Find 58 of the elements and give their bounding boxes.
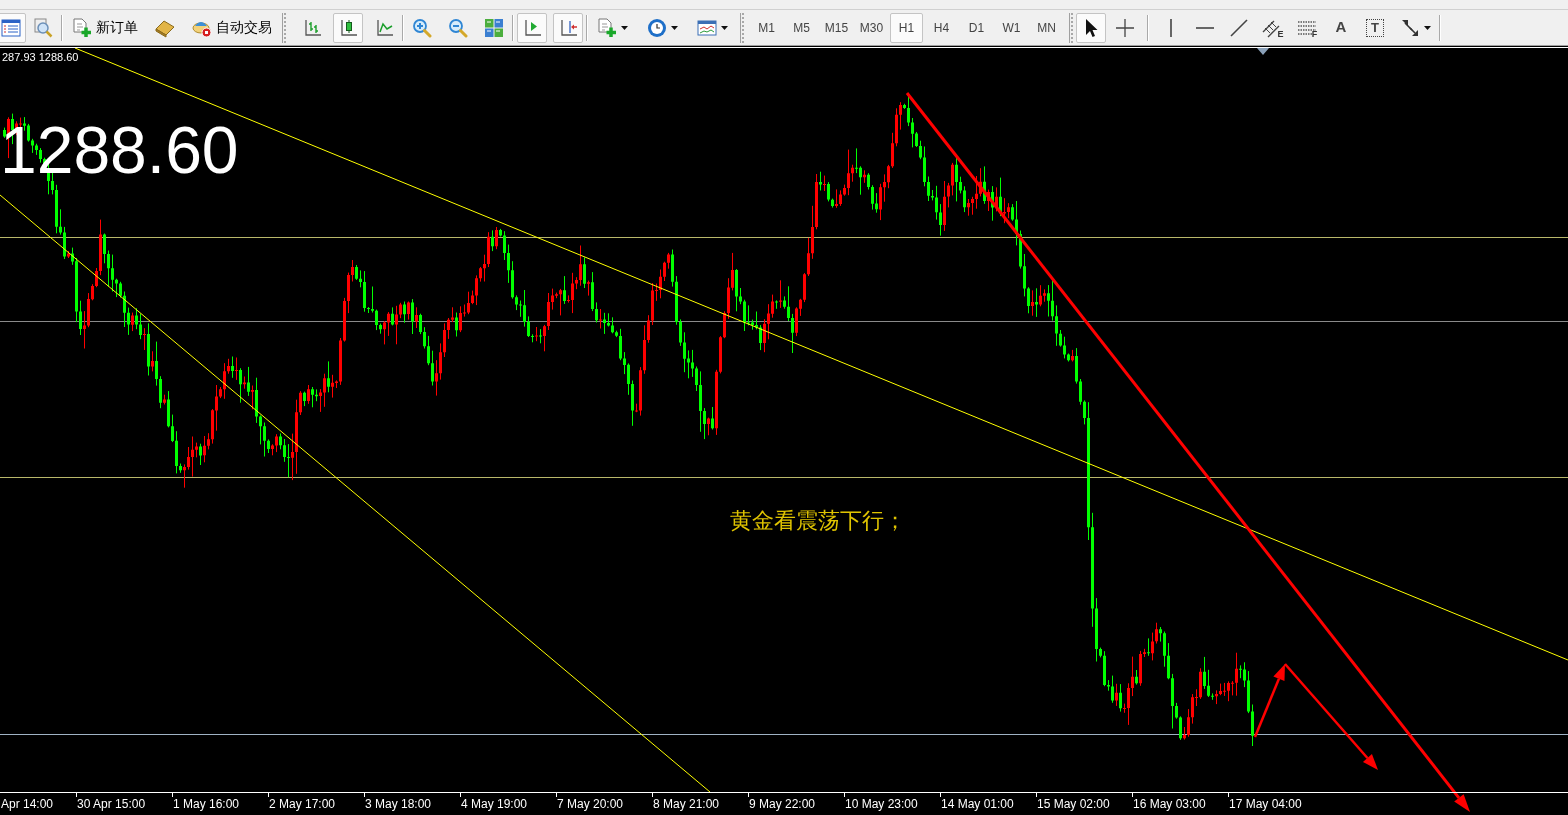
time-axis-label: 16 May 03:00 bbox=[1133, 797, 1206, 811]
caret-icon bbox=[670, 25, 678, 30]
zoom-in-icon bbox=[412, 17, 432, 38]
diagonal-line-icon bbox=[1229, 17, 1249, 38]
auto-scroll-icon bbox=[522, 17, 542, 38]
price-readout: 287.93 1288.60 bbox=[2, 51, 79, 64]
chart-annotation: 黄金看震荡下行； bbox=[730, 507, 906, 535]
auto-trading-button[interactable]: 自动交易 bbox=[188, 12, 276, 43]
template-chart-icon bbox=[696, 17, 717, 38]
timeframe-button[interactable]: M15 bbox=[820, 12, 853, 43]
candlestick-icon bbox=[338, 17, 358, 38]
line-chart-icon bbox=[374, 17, 394, 38]
caret-icon bbox=[620, 25, 628, 30]
chart-shift-button[interactable] bbox=[553, 12, 583, 43]
magnifier-page-icon bbox=[33, 17, 53, 38]
tile-grid-icon bbox=[484, 17, 504, 38]
cursor-button[interactable] bbox=[1076, 12, 1106, 43]
timeframe-button[interactable]: M1 bbox=[750, 12, 783, 43]
vertical-line-icon bbox=[1170, 18, 1172, 37]
channel-button[interactable]: E bbox=[1258, 12, 1288, 43]
caret-icon bbox=[1423, 25, 1431, 30]
time-axis-label: 9 May 22:00 bbox=[749, 797, 816, 811]
chart-shift-icon bbox=[558, 17, 578, 38]
time-axis-label: 1 May 16:00 bbox=[173, 797, 240, 811]
zoom-out-icon bbox=[448, 17, 468, 38]
list-window-icon bbox=[1, 17, 21, 38]
timeframe-button[interactable]: MN bbox=[1030, 12, 1063, 43]
timeframe-button[interactable]: M5 bbox=[785, 12, 818, 43]
candlestick-button[interactable] bbox=[333, 12, 363, 43]
time-axis-label: 8 May 21:00 bbox=[653, 797, 720, 811]
time-axis-label: 2 May 17:00 bbox=[269, 797, 336, 811]
timeframe-button[interactable]: W1 bbox=[995, 12, 1028, 43]
timeframe-button[interactable]: M30 bbox=[855, 12, 888, 43]
time-axis-label: Apr 14:00 bbox=[1, 797, 54, 811]
crosshair-icon bbox=[1115, 17, 1135, 38]
time-axis-label: 17 May 04:00 bbox=[1229, 797, 1302, 811]
bar-chart-icon bbox=[302, 17, 322, 38]
timeframe-button[interactable]: H4 bbox=[925, 12, 958, 43]
caret-icon bbox=[720, 25, 728, 30]
page-plus-icon bbox=[596, 17, 617, 38]
page-plus-icon bbox=[72, 17, 92, 38]
time-axis-label: 30 Apr 15:00 bbox=[77, 797, 146, 811]
time-axis-label: 14 May 01:00 bbox=[941, 797, 1014, 811]
time-axis-label: 3 May 18:00 bbox=[365, 797, 432, 811]
time-axis-label: 4 May 19:00 bbox=[461, 797, 528, 811]
time-axis-label: 7 May 20:00 bbox=[557, 797, 624, 811]
clock-icon bbox=[646, 17, 667, 38]
auto-scroll-button[interactable] bbox=[517, 12, 547, 43]
fibonacci-button[interactable]: F bbox=[1292, 12, 1322, 43]
text-tool-button[interactable]: A bbox=[1326, 12, 1356, 43]
time-axis-label: 15 May 02:00 bbox=[1037, 797, 1110, 811]
time-axis-label: 10 May 23:00 bbox=[845, 797, 918, 811]
timeframe-button[interactable]: D1 bbox=[960, 12, 993, 43]
window-list-button[interactable] bbox=[0, 12, 26, 43]
text-label-button[interactable]: T bbox=[1366, 18, 1384, 37]
horizontal-line-icon bbox=[1196, 26, 1214, 29]
new-order-button[interactable]: 新订单 bbox=[68, 12, 142, 43]
timeframe-button[interactable]: H1 bbox=[890, 12, 923, 43]
